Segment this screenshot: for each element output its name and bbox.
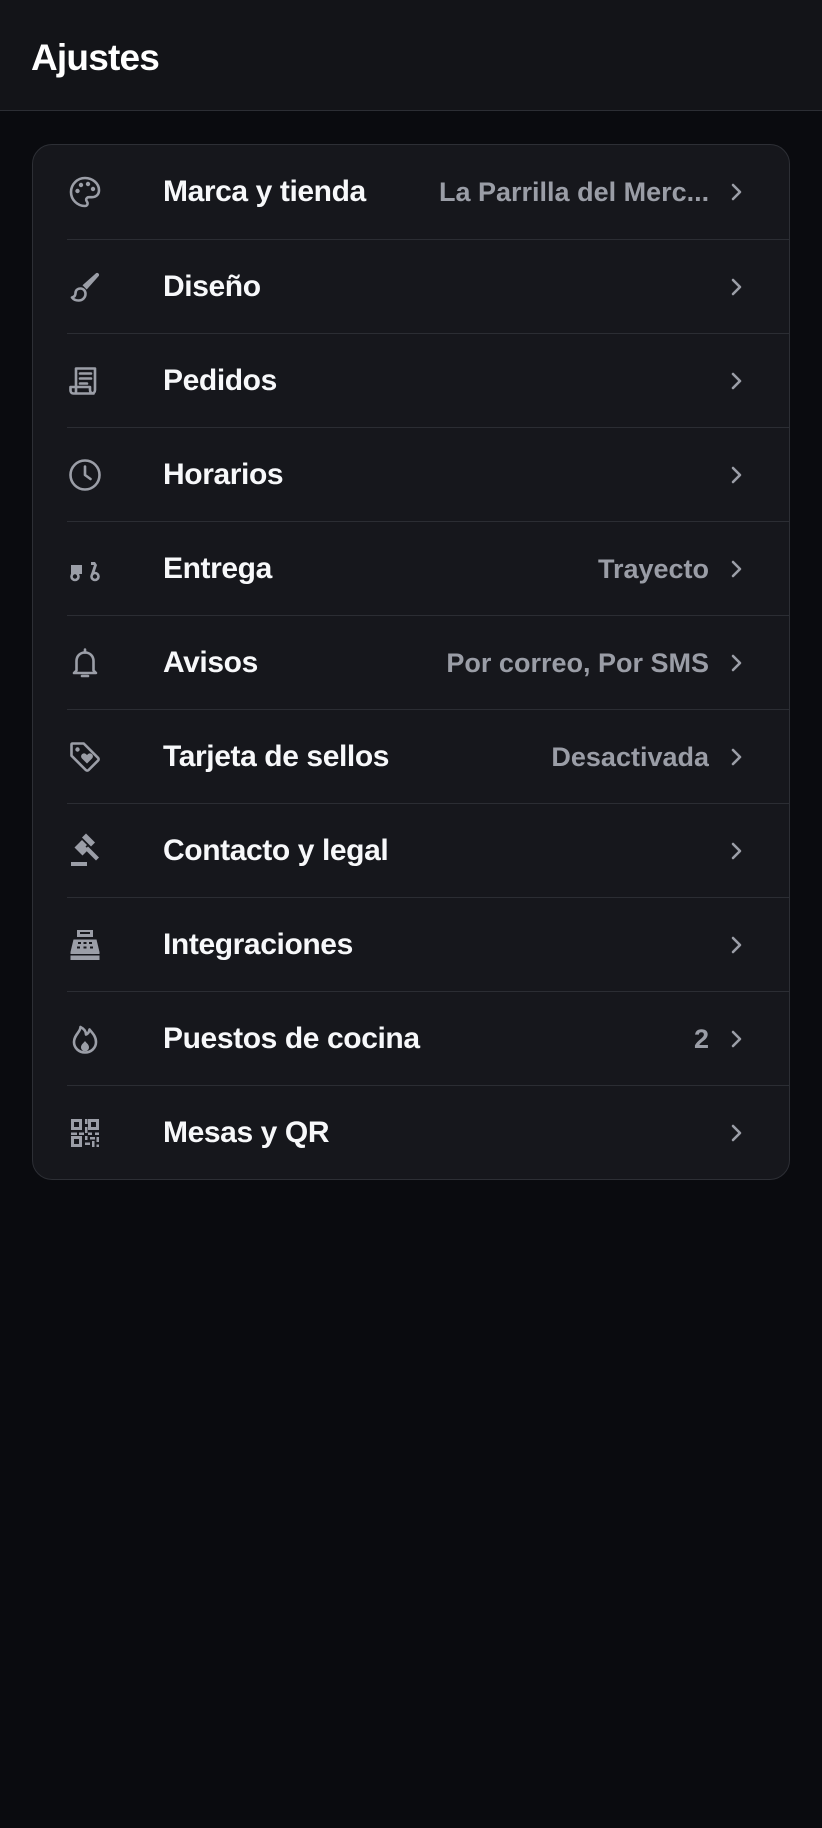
settings-item-horarios[interactable]: Horarios [67,427,789,521]
clock-icon [67,457,103,493]
chevron-right-icon [723,556,749,582]
settings-item-value: Por correo, Por SMS [446,647,709,678]
settings-item-label: Avisos [163,646,258,679]
settings-item-label: Tarjeta de sellos [163,740,390,773]
settings-item-label: Marca y tienda [163,175,366,208]
brush-icon [67,269,103,305]
cash-register-icon [67,927,103,963]
settings-item-label: Diseño [163,270,261,303]
settings-item-diseno[interactable]: Diseño [67,239,789,333]
chevron-right-icon [723,838,749,864]
settings-item-value: La Parrilla del Merc... [439,176,709,207]
page-title: Ajustes [31,37,160,78]
bell-icon [67,645,103,681]
chevron-right-icon [723,368,749,394]
settings-item-contacto-y-legal[interactable]: Contacto y legal [67,803,789,897]
qr-code-icon [67,1115,103,1151]
chevron-right-icon [723,179,749,205]
settings-item-avisos[interactable]: Avisos Por correo, Por SMS [67,615,789,709]
settings-item-entrega[interactable]: Entrega Trayecto [67,521,789,615]
chevron-right-icon [723,744,749,770]
flame-icon [67,1021,103,1057]
chevron-right-icon [723,1026,749,1052]
settings-list: Marca y tienda La Parrilla del Merc... D… [32,144,790,1180]
settings-item-label: Contacto y legal [163,834,389,867]
settings-item-label: Integraciones [163,928,353,961]
gavel-icon [67,833,103,869]
settings-item-mesas-y-qr[interactable]: Mesas y QR [67,1085,789,1179]
settings-item-label: Mesas y QR [163,1116,330,1149]
settings-item-value: Desactivada [551,741,709,772]
chevron-right-icon [723,650,749,676]
settings-item-label: Puestos de cocina [163,1022,420,1055]
settings-item-integraciones[interactable]: Integraciones [67,897,789,991]
settings-item-puestos-de-cocina[interactable]: Puestos de cocina 2 [67,991,789,1085]
scooter-icon [67,551,103,587]
chevron-right-icon [723,1120,749,1146]
settings-item-label: Entrega [163,552,272,585]
settings-item-marca-y-tienda[interactable]: Marca y tienda La Parrilla del Merc... [67,145,789,239]
settings-item-value: 2 [693,1023,709,1054]
settings-item-label: Pedidos [163,364,277,397]
settings-item-pedidos[interactable]: Pedidos [67,333,789,427]
settings-item-tarjeta-de-sellos[interactable]: Tarjeta de sellos Desactivada [67,709,789,803]
settings-item-value: Trayecto [597,553,709,584]
chevron-right-icon [723,932,749,958]
receipt-icon [67,363,103,399]
chevron-right-icon [723,274,749,300]
tag-heart-icon [67,739,103,775]
palette-icon [67,174,103,210]
chevron-right-icon [723,462,749,488]
app-header: Ajustes [0,0,822,111]
settings-item-label: Horarios [163,458,284,491]
